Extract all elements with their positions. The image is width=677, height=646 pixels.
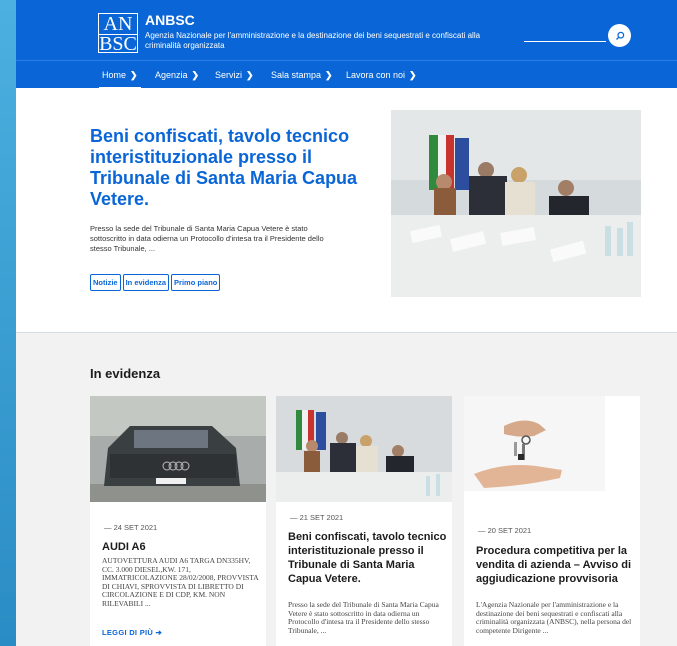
tag-in-evidenza[interactable]: In evidenza bbox=[122, 274, 170, 291]
main-nav: Home ❯ Agenzia ❯ Servizi ❯ Sala stampa ❯… bbox=[16, 60, 677, 89]
news-card[interactable]: — 21 SET 2021 Beni confiscati, tavolo te… bbox=[276, 396, 452, 646]
search-icon bbox=[615, 31, 624, 40]
site-header: AN BSC ANBSC Agenzia Nazionale per l'amm… bbox=[16, 0, 677, 60]
chevron-down-icon: ❯ bbox=[409, 69, 417, 80]
nav-item-label: Servizi bbox=[215, 70, 243, 80]
hero-article: Beni confiscati, tavolo tecnico interist… bbox=[16, 88, 677, 332]
in-evidenza-section: In evidenza — 24 SET 2021 AUDI A6 AUTOVE… bbox=[16, 333, 677, 646]
nav-item-label: Sala stampa bbox=[271, 70, 322, 80]
hero-tags: Notizie In evidenza Primo piano bbox=[90, 274, 221, 291]
card-photo-keys[interactable] bbox=[464, 396, 640, 502]
hero-title[interactable]: Beni confiscati, tavolo tecnico interist… bbox=[90, 126, 360, 210]
chevron-down-icon: ❯ bbox=[130, 69, 138, 80]
card-photo-car[interactable] bbox=[90, 396, 266, 502]
nav-item-label: Lavora con noi bbox=[346, 70, 406, 80]
nav-item-home[interactable]: Home ❯ bbox=[99, 61, 141, 89]
hero-excerpt: Presso la sede del Tribunale di Santa Ma… bbox=[90, 224, 324, 253]
card-date: — 24 SET 2021 bbox=[104, 523, 158, 532]
site-name[interactable]: ANBSC bbox=[145, 12, 195, 28]
card-date: — 21 SET 2021 bbox=[290, 513, 344, 522]
chevron-down-icon: ❯ bbox=[325, 69, 333, 80]
nav-item-agenzia[interactable]: Agenzia ❯ bbox=[155, 61, 199, 89]
logo-line-1: AN bbox=[99, 14, 137, 35]
news-card[interactable]: — 20 SET 2021 Procedura competitiva per … bbox=[464, 396, 640, 646]
card-excerpt: L'Agenzia Nazionale per l'amministrazion… bbox=[476, 600, 632, 635]
card-title[interactable]: Procedura competitiva per la vendita di … bbox=[476, 544, 636, 586]
search-input[interactable] bbox=[524, 41, 606, 42]
site-description: Agenzia Nazionale per l'amministrazione … bbox=[145, 31, 481, 50]
hero-photo[interactable] bbox=[391, 110, 641, 297]
nav-item-servizi[interactable]: Servizi ❯ bbox=[215, 61, 254, 89]
section-title: In evidenza bbox=[90, 366, 161, 381]
arrow-right-icon: ➔ bbox=[155, 628, 163, 637]
card-excerpt: Presso la sede del Tribunale di Santa Ma… bbox=[288, 600, 439, 635]
left-decorative-strip bbox=[0, 0, 16, 646]
read-more-link[interactable]: LEGGI DI PIÙ ➔ bbox=[102, 628, 162, 637]
chevron-down-icon: ❯ bbox=[191, 69, 200, 80]
search-button[interactable] bbox=[608, 24, 631, 47]
nav-item-sala-stampa[interactable]: Sala stampa ❯ bbox=[271, 61, 333, 89]
card-photo-meeting[interactable] bbox=[276, 396, 452, 502]
card-title[interactable]: AUDI A6 bbox=[102, 540, 262, 554]
nav-item-lavora-con-noi[interactable]: Lavora con noi ❯ bbox=[346, 61, 417, 89]
webpage: AN BSC ANBSC Agenzia Nazionale per l'amm… bbox=[16, 0, 677, 646]
card-title[interactable]: Beni confiscati, tavolo tecnico interist… bbox=[288, 530, 448, 586]
site-logo[interactable]: AN BSC bbox=[98, 13, 138, 55]
tag-notizie[interactable]: Notizie bbox=[90, 274, 121, 291]
chevron-down-icon: ❯ bbox=[246, 69, 254, 80]
nav-item-label: Agenzia bbox=[155, 70, 188, 80]
logo-line-2: BSC bbox=[99, 33, 137, 55]
nav-item-label: Home bbox=[102, 70, 127, 80]
tag-primo-piano[interactable]: Primo piano bbox=[171, 274, 221, 291]
news-card[interactable]: — 24 SET 2021 AUDI A6 AUTOVETTURA AUDI A… bbox=[90, 396, 266, 646]
read-more-label: LEGGI DI PIÙ bbox=[102, 628, 154, 637]
card-date: — 20 SET 2021 bbox=[478, 526, 532, 535]
card-excerpt: AUTOVETTURA AUDI A6 TARGA DN335HV, CC. 3… bbox=[102, 556, 259, 608]
